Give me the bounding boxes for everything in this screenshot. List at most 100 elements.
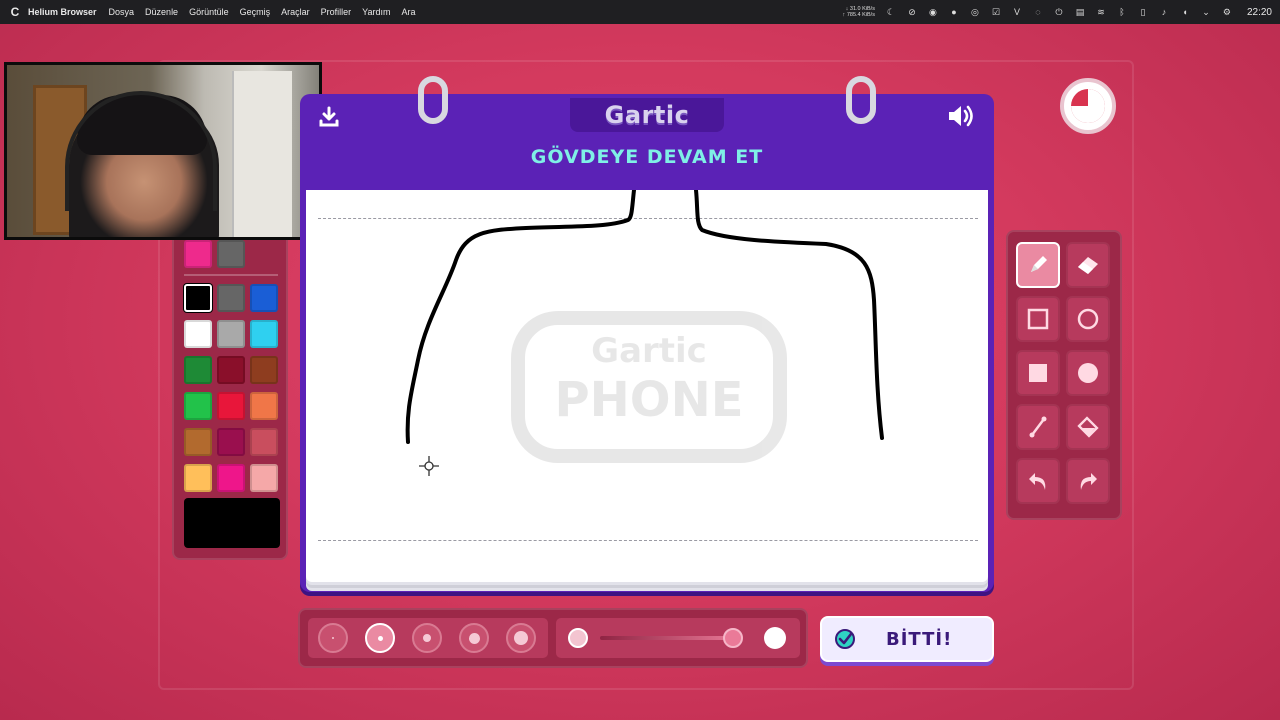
eraser-icon[interactable]	[1066, 242, 1110, 288]
rectangle-outline-icon[interactable]	[1016, 296, 1060, 342]
brush-size-dot	[377, 635, 383, 641]
chevron-down-icon[interactable]: ⌄	[1201, 7, 1211, 17]
rectangle-filled-icon[interactable]	[1016, 350, 1060, 396]
palette-divider	[184, 274, 278, 276]
color-swatch[interactable]	[184, 464, 212, 492]
brush-controls	[298, 608, 808, 668]
timer-icon	[1071, 89, 1105, 123]
brand-tab: Gartic	[570, 98, 724, 132]
webcam-overlay	[4, 62, 322, 240]
done-button[interactable]: BİTTİ!	[820, 616, 994, 662]
tool-panel	[1006, 230, 1122, 520]
moon-icon[interactable]: ☾	[886, 7, 896, 17]
clipboard-icon[interactable]: ▤	[1075, 7, 1085, 17]
opacity-slider-thumb[interactable]	[723, 628, 743, 648]
download-icon[interactable]	[318, 106, 340, 128]
color-swatch[interactable]	[250, 284, 278, 312]
color-swatch[interactable]	[250, 428, 278, 456]
sync-icon[interactable]: ◎	[970, 7, 980, 17]
color-swatch[interactable]	[217, 240, 245, 268]
volume-icon[interactable]	[946, 102, 976, 130]
drawing-canvas[interactable]: Gartic PHONE	[306, 190, 988, 582]
color-swatch[interactable]	[250, 320, 278, 348]
color-swatch[interactable]	[217, 392, 245, 420]
color-swatch[interactable]	[217, 320, 245, 348]
brush-size-dot	[468, 632, 480, 644]
settings-icon[interactable]: ⚙	[1222, 7, 1232, 17]
menu-profiles[interactable]: Profiller	[321, 7, 352, 17]
color-palette	[172, 228, 288, 560]
opacity-slider-group	[556, 618, 800, 658]
color-swatch[interactable]	[250, 464, 278, 492]
line-icon[interactable]	[1016, 404, 1060, 450]
watermark-top-text: Gartic	[591, 331, 707, 371]
brush-size-dot	[332, 637, 334, 639]
vpn-icon[interactable]: V	[1012, 7, 1022, 17]
color-swatch[interactable]	[217, 464, 245, 492]
color-swatch[interactable]	[217, 356, 245, 384]
opacity-slider-track[interactable]	[600, 636, 740, 640]
watermark-bottom-text: PHONE	[554, 372, 743, 428]
color-swatch[interactable]	[184, 320, 212, 348]
clock[interactable]: 22:20	[1247, 7, 1272, 18]
chat-icon[interactable]: ◌	[1033, 7, 1043, 17]
microphone-icon[interactable]: ♪	[1159, 7, 1169, 17]
pencil-icon[interactable]	[1016, 242, 1060, 288]
undo-icon[interactable]	[1016, 458, 1060, 504]
mute-icon[interactable]: ⊘	[907, 7, 917, 17]
record-icon[interactable]: ●	[949, 7, 959, 17]
brush-size-dot	[514, 631, 528, 645]
brush-size-button[interactable]	[506, 623, 536, 653]
power-icon[interactable]: ⏻	[1054, 7, 1064, 17]
color-swatch[interactable]	[184, 240, 212, 268]
menu-history[interactable]: Geçmiş	[240, 7, 271, 17]
circle-filled-icon[interactable]	[1066, 350, 1110, 396]
bluetooth-icon[interactable]: ᛒ	[1117, 7, 1127, 17]
wifi-icon[interactable]: ≋	[1096, 7, 1106, 17]
notebook-ring	[418, 76, 448, 124]
menu-view[interactable]: Görüntüle	[189, 7, 229, 17]
color-swatch[interactable]	[250, 392, 278, 420]
timer	[1060, 78, 1116, 134]
current-color-preview	[184, 498, 280, 548]
app-name[interactable]: Helium Browser	[28, 7, 97, 17]
color-swatch[interactable]	[184, 392, 212, 420]
drawing-notebook: Gartic GÖVDEYE DEVAM ET Gartic PHONE	[300, 76, 994, 592]
brush-size-group	[308, 618, 548, 658]
color-swatch[interactable]	[250, 356, 278, 384]
crosshair-cursor-icon	[419, 456, 439, 476]
app-icon[interactable]: ◉	[928, 7, 938, 17]
check-icon[interactable]: ☑	[991, 7, 1001, 17]
done-button-label: BİTTİ!	[886, 628, 953, 650]
color-swatch[interactable]	[184, 356, 212, 384]
color-swatch[interactable]	[217, 428, 245, 456]
opacity-max-indicator	[764, 627, 786, 649]
menu-help[interactable]: Yardım	[362, 7, 390, 17]
prompt-text: GÖVDEYE DEVAM ET	[530, 146, 764, 168]
brush-size-button[interactable]	[412, 623, 442, 653]
color-swatch[interactable]	[184, 428, 212, 456]
check-circle-icon	[835, 629, 855, 649]
volume-tray-icon[interactable]: ◖	[1180, 7, 1190, 17]
battery-icon[interactable]: ▯	[1138, 7, 1148, 17]
brush-size-button[interactable]	[365, 623, 395, 653]
menu-edit[interactable]: Düzenle	[145, 7, 178, 17]
helium-logo-icon[interactable]: C	[8, 5, 22, 19]
fill-bucket-icon[interactable]	[1066, 404, 1110, 450]
redo-icon[interactable]	[1066, 458, 1110, 504]
notebook-ring	[846, 76, 876, 124]
brand-logo: Gartic	[604, 101, 690, 129]
net-upload: ↑ 785.4 KiB/s	[842, 12, 875, 18]
circle-outline-icon[interactable]	[1066, 296, 1110, 342]
color-swatch[interactable]	[217, 284, 245, 312]
canvas-layer: Gartic PHONE	[405, 190, 884, 463]
gartic-phone-watermark: Gartic PHONE	[511, 311, 787, 463]
menu-tools[interactable]: Araçlar	[281, 7, 310, 17]
menu-search[interactable]: Ara	[402, 7, 416, 17]
brush-size-button[interactable]	[459, 623, 489, 653]
system-tray: ↓ 31.0 KiB/s ↑ 785.4 KiB/s ☾ ⊘ ◉ ● ◎ ☑ V…	[843, 6, 1272, 18]
menu-file[interactable]: Dosya	[109, 7, 135, 17]
brush-size-dot	[423, 634, 431, 642]
color-swatch[interactable]	[184, 284, 212, 312]
brush-size-button[interactable]	[318, 623, 348, 653]
